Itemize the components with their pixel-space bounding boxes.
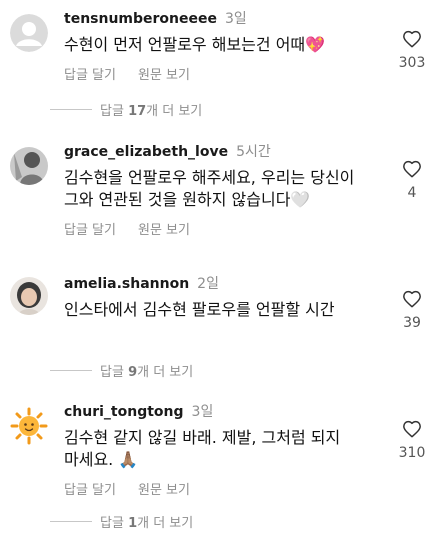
view-replies-label: 답글 9개 더 보기 bbox=[100, 365, 194, 380]
reply-divider-line bbox=[50, 370, 92, 371]
view-replies-button[interactable]: 답글 17개 더 보기 bbox=[50, 100, 202, 119]
username[interactable]: amelia.shannon bbox=[64, 276, 189, 292]
comment-text: 김수현을 언팔로우 해주세요, 우리는 당신이 그와 연관된 것을 원하지 않습… bbox=[64, 168, 355, 209]
see-original-button[interactable]: 원문 보기 bbox=[138, 483, 190, 498]
avatar-default[interactable] bbox=[10, 14, 48, 52]
comment-time: 3일 bbox=[225, 11, 247, 27]
comment-time: 2일 bbox=[197, 276, 219, 292]
see-original-button[interactable]: 원문 보기 bbox=[138, 68, 190, 83]
view-replies-button[interactable]: 답글 1개 더 보기 bbox=[50, 512, 193, 531]
reply-divider-line bbox=[50, 109, 92, 110]
see-original-button[interactable]: 원문 보기 bbox=[138, 223, 190, 238]
reply-button[interactable]: 답글 달기 bbox=[64, 223, 116, 238]
reply-divider-line bbox=[50, 521, 92, 522]
view-replies-label: 답글 1개 더 보기 bbox=[100, 516, 194, 531]
view-replies-button[interactable]: 답글 9개 더 보기 bbox=[50, 361, 193, 380]
username[interactable]: grace_elizabeth_love bbox=[64, 144, 228, 160]
heart-outline-icon[interactable] bbox=[392, 290, 432, 308]
like-count: 303 bbox=[398, 55, 426, 71]
like-count: 310 bbox=[398, 445, 426, 461]
username[interactable]: churi_tongtong bbox=[64, 404, 184, 420]
username[interactable]: tensnumberoneeee bbox=[64, 11, 217, 27]
avatar-photo[interactable] bbox=[10, 277, 48, 315]
comment-text: 김수현 같지 않길 바래. 제발, 그처럼 되지 마세요. 🙏🏽 bbox=[64, 428, 341, 469]
like-count: 39 bbox=[403, 315, 421, 331]
avatar-photo[interactable] bbox=[10, 147, 48, 185]
reply-button[interactable]: 답글 달기 bbox=[64, 68, 116, 83]
heart-outline-icon[interactable] bbox=[392, 420, 432, 438]
reply-button[interactable]: 답글 달기 bbox=[64, 483, 116, 498]
view-replies-label: 답글 17개 더 보기 bbox=[100, 104, 203, 119]
heart-outline-icon[interactable] bbox=[392, 30, 432, 48]
comment-time: 5시간 bbox=[236, 144, 271, 160]
like-count: 4 bbox=[407, 185, 417, 201]
comment-text: 수현이 먼저 언팔로우 해보는건 어때💖 bbox=[64, 35, 326, 54]
heart-outline-icon[interactable] bbox=[392, 160, 432, 178]
comment-time: 3일 bbox=[191, 404, 214, 420]
comment-text: 인스타에서 김수현 팔로우를 언팔할 시간 bbox=[64, 300, 335, 319]
avatar-sun[interactable] bbox=[10, 407, 48, 445]
